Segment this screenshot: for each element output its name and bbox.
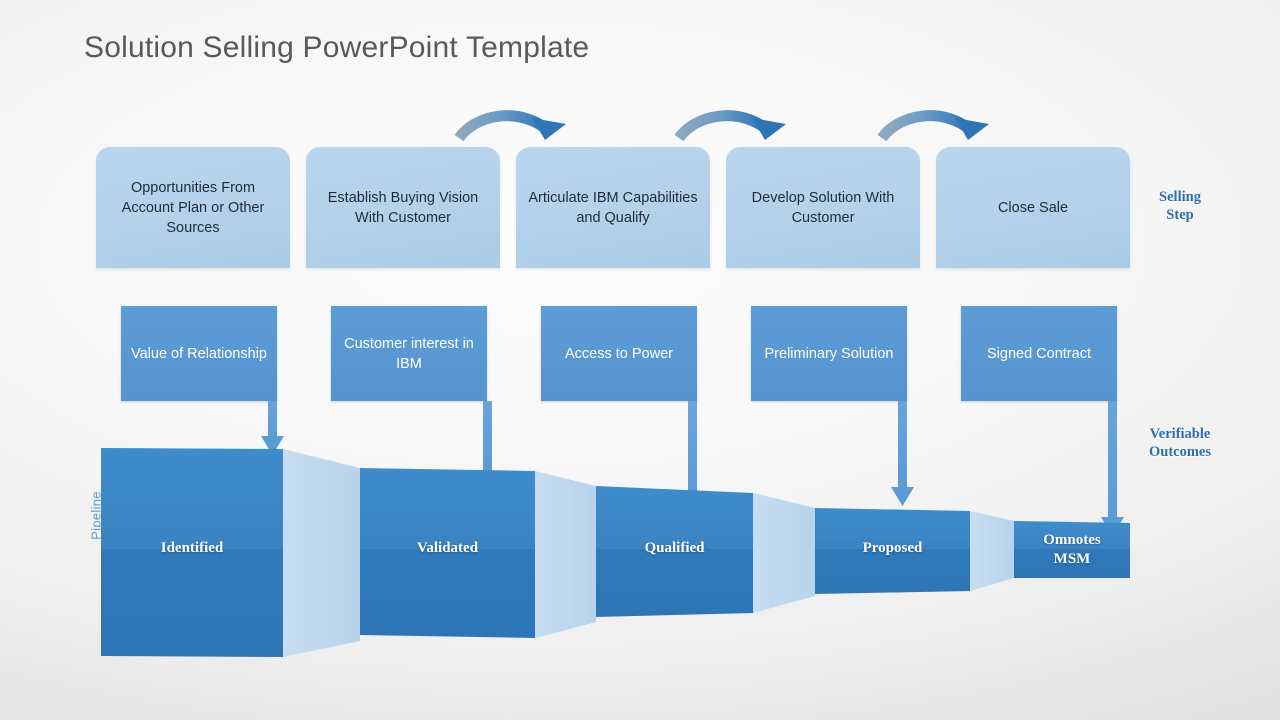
selling-step-label-2: Establish Buying Vision With Customer [327, 189, 479, 226]
outcome-label-4: Preliminary Solution [764, 345, 894, 362]
funnel-connector-2 [535, 471, 596, 638]
curved-arrow-2 [674, 110, 786, 142]
funnel-label-identified: Identified [160, 540, 224, 556]
selling-step-label-1: Opportunities From Account Plan or Other… [121, 179, 265, 236]
down-arrow-5 [1101, 401, 1124, 536]
selling-step-box-5[interactable]: Close Sale [936, 147, 1130, 268]
funnel-label-validated: Validated [416, 540, 479, 556]
selling-step-box-1[interactable]: Opportunities From Account Plan or Other… [96, 147, 290, 268]
verifiable-outcomes-axis-label-line2: Outcomes [1148, 444, 1211, 460]
funnel-connector-1 [283, 449, 360, 657]
selling-step-axis-label-line2: Step [1166, 207, 1194, 223]
slide-canvas: Solution Selling PowerPoint Template Opp… [0, 0, 1280, 720]
outcome-box-1[interactable]: Value of Relationship [121, 306, 277, 401]
curved-arrow-3 [877, 110, 989, 142]
selling-step-axis-label-line1: Selling [1159, 189, 1201, 205]
funnel-label-proposed: Proposed [862, 540, 923, 556]
selling-step-box-3[interactable]: Articulate IBM Capabilities and Qualify [516, 147, 710, 268]
funnel-connector-3 [753, 493, 815, 613]
selling-step-axis-label: Selling Step [1140, 188, 1220, 224]
outcome-label-2: Customer interest in IBM [344, 335, 474, 372]
outcome-box-3[interactable]: Access to Power [541, 306, 697, 401]
funnel-label-qualified: Qualified [644, 540, 705, 556]
selling-step-label-3: Articulate IBM Capabilities and Qualify [528, 189, 698, 226]
curved-arrow-1 [454, 110, 566, 142]
down-arrow-1 [261, 401, 284, 455]
verifiable-outcomes-axis-label-line1: Verifiable [1149, 426, 1211, 442]
page-title: Solution Selling PowerPoint Template [84, 31, 590, 64]
selling-step-box-2[interactable]: Establish Buying Vision With Customer [306, 147, 500, 268]
pipeline-axis-label: Pipeline [88, 491, 104, 540]
funnel-connector-4 [970, 511, 1014, 591]
outcome-box-4[interactable]: Preliminary Solution [751, 306, 907, 401]
outcome-label-5: Signed Contract [987, 345, 1091, 362]
selling-step-label-4: Develop Solution With Customer [751, 189, 895, 226]
outcome-label-3: Access to Power [565, 345, 673, 362]
verifiable-outcomes-axis-label: Verifiable Outcomes [1124, 425, 1236, 461]
outcome-label-1: Value of Relationship [131, 345, 267, 362]
funnel-label-omnotes-msm: Omnotes MSM [1043, 532, 1101, 567]
down-arrow-4 [891, 401, 914, 506]
selling-step-box-4[interactable]: Develop Solution With Customer [726, 147, 920, 268]
outcome-box-2[interactable]: Customer interest in IBM [331, 306, 487, 401]
selling-step-label-5: Close Sale [997, 199, 1069, 216]
outcome-box-5[interactable]: Signed Contract [961, 306, 1117, 401]
